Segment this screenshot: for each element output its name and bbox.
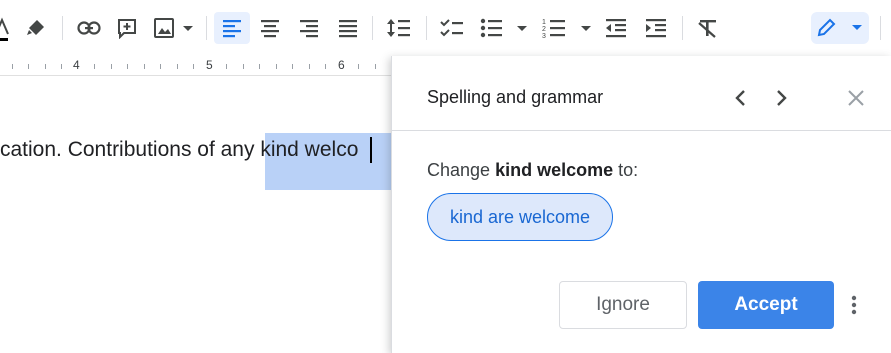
bulleted-list-icon: [480, 18, 527, 38]
align-right-button[interactable]: [293, 12, 325, 44]
line-spacing-icon: [387, 19, 410, 37]
previous-icon: [735, 90, 745, 106]
ruler-tick: [309, 64, 310, 69]
formatting-toolbar: 1 2 3: [0, 0, 891, 56]
ruler-tick: [61, 64, 62, 69]
ruler-tick: [193, 64, 194, 69]
close-panel-button[interactable]: [842, 84, 870, 112]
previous-suggestion-button[interactable]: [726, 84, 754, 112]
toolbar-divider: [880, 16, 881, 40]
more-options-button[interactable]: [844, 293, 864, 317]
link-icon: [77, 21, 101, 35]
ruler-tick: [276, 64, 277, 69]
toolbar-divider: [62, 16, 63, 40]
align-center-button[interactable]: [254, 12, 286, 44]
decrease-indent-icon: [606, 19, 626, 38]
svg-text:2: 2: [542, 26, 546, 33]
clear-formatting-icon: [698, 20, 716, 38]
justify-button[interactable]: [332, 12, 364, 44]
ruler-tick: [325, 64, 326, 69]
checklist-icon: [440, 19, 463, 37]
svg-text:3: 3: [542, 33, 546, 39]
toolbar-divider: [682, 16, 683, 40]
decrease-indent-button[interactable]: [600, 12, 632, 44]
ruler-tick: [259, 64, 260, 69]
ruler-tick: [28, 64, 29, 69]
more-options-icon: [851, 295, 857, 315]
suggestion-chip[interactable]: kind are welcome: [427, 193, 614, 241]
ruler-number: 6: [338, 58, 345, 72]
highlight-color-button[interactable]: [22, 12, 50, 44]
panel-divider: [392, 130, 891, 131]
numbered-list-icon: 1 2 3: [542, 19, 591, 39]
svg-text:1: 1: [542, 19, 546, 26]
toolbar-divider: [206, 16, 207, 40]
checklist-button[interactable]: [436, 12, 468, 44]
align-left-button[interactable]: [214, 12, 250, 44]
text-cursor: [370, 137, 372, 163]
text-color-button[interactable]: [0, 12, 12, 44]
document-text[interactable]: cation. Contributions of any: [0, 138, 260, 161]
ruler-number: 5: [206, 58, 213, 72]
toolbar-divider: [372, 16, 373, 40]
image-icon: [154, 18, 193, 38]
ruler-tick: [45, 64, 46, 69]
ruler-tick: [292, 64, 293, 69]
add-comment-button[interactable]: [112, 12, 142, 44]
ruler-tick: [127, 64, 128, 69]
ruler-tick: [144, 64, 145, 69]
ruler-tick: [12, 64, 13, 69]
clear-formatting-button[interactable]: [692, 12, 724, 44]
add-comment-icon: [118, 19, 136, 39]
ruler-tick: [177, 64, 178, 69]
ruler-tick: [375, 64, 376, 69]
accept-button[interactable]: Accept: [698, 281, 834, 329]
align-right-icon: [300, 20, 318, 38]
change-prefix: Change: [427, 160, 491, 180]
bulleted-list-button[interactable]: [476, 12, 532, 44]
next-icon: [777, 90, 787, 106]
insert-link-button[interactable]: [73, 12, 105, 44]
ruler-tick: [94, 64, 95, 69]
ruler-tick: [243, 64, 244, 69]
panel-title: Spelling and grammar: [427, 87, 604, 107]
change-suggestion-text: Change kind welcome to:: [427, 160, 638, 181]
pencil-icon: [817, 18, 862, 37]
change-target: kind welcome: [495, 160, 614, 180]
numbered-list-button[interactable]: 1 2 3: [540, 12, 596, 44]
ruler-tick: [358, 64, 359, 69]
ruler-tick: [226, 64, 227, 69]
ruler-number: 4: [73, 58, 80, 72]
highlighter-icon: [27, 20, 44, 35]
ruler-tick: [160, 64, 161, 69]
insert-image-button[interactable]: [150, 12, 198, 44]
line-spacing-button[interactable]: [382, 12, 416, 44]
align-left-icon: [223, 20, 241, 38]
text-color-icon: [0, 17, 9, 41]
selected-text[interactable]: kind welco: [260, 138, 358, 161]
toolbar-divider: [426, 16, 427, 40]
align-center-icon: [261, 20, 279, 38]
ignore-button[interactable]: Ignore: [559, 281, 687, 329]
spelling-grammar-panel: Spelling and grammar Change kind welcome…: [391, 56, 891, 353]
increase-indent-icon: [646, 19, 666, 38]
ruler-tick: [111, 64, 112, 69]
increase-indent-button[interactable]: [640, 12, 672, 44]
justify-icon: [339, 20, 357, 38]
document-text-line[interactable]: cation. Contributions of any kind welco: [0, 136, 358, 164]
close-icon: [848, 90, 864, 106]
change-suffix: to:: [618, 160, 639, 180]
next-suggestion-button[interactable]: [768, 84, 796, 112]
editing-mode-button[interactable]: [811, 12, 869, 44]
